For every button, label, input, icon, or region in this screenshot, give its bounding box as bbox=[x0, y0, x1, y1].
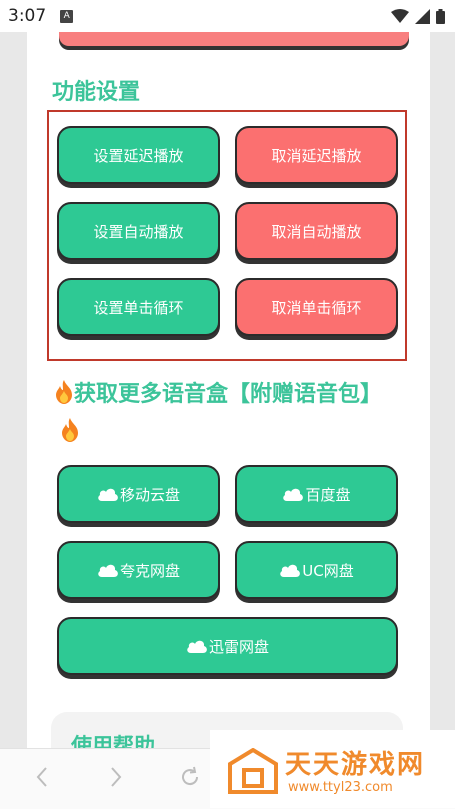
cloud-icon bbox=[97, 487, 119, 501]
battery-icon bbox=[436, 8, 445, 24]
watermark-overlay: 天天游戏网 www.ttyl23.com bbox=[210, 730, 455, 808]
forward-icon[interactable] bbox=[108, 765, 124, 793]
set-click-loop-button[interactable]: 设置单击循环 bbox=[57, 278, 220, 336]
set-auto-play-button[interactable]: 设置自动播放 bbox=[57, 202, 220, 260]
quark-pan-label: 夸克网盘 bbox=[119, 561, 180, 580]
signal-icon bbox=[415, 8, 430, 24]
cloud-icon bbox=[279, 563, 301, 577]
status-icons bbox=[391, 8, 445, 24]
uc-pan-link[interactable]: UC网盘 bbox=[235, 541, 398, 599]
baidu-pan-link[interactable]: 百度盘 bbox=[235, 465, 398, 523]
set-delay-play-button[interactable]: 设置延迟播放 bbox=[57, 126, 220, 184]
voicebox-heading-text: 获取更多语音盒【附赠语音包】 bbox=[74, 382, 383, 407]
help-title: 使用帮助 bbox=[71, 734, 155, 748]
mobile-cloud-link[interactable]: 移动云盘 bbox=[57, 465, 220, 523]
uc-pan-label: UC网盘 bbox=[302, 561, 354, 580]
web-page: 功能设置 设置延迟播放 取消延迟播放 设置自动播放 取消自动播放 设置单击循环 … bbox=[27, 32, 430, 748]
refresh-icon[interactable] bbox=[178, 765, 202, 793]
cloud-icon bbox=[282, 487, 304, 501]
section-title-settings: 功能设置 bbox=[52, 80, 141, 105]
watermark-url: www.ttyl23.com bbox=[288, 780, 393, 795]
watermark-brand: 天天游戏网 bbox=[285, 750, 426, 780]
xunlei-pan-label: 迅雷网盘 bbox=[208, 637, 269, 656]
site-logo-icon bbox=[228, 747, 278, 798]
mobile-cloud-label: 移动云盘 bbox=[119, 485, 180, 504]
fire-icon bbox=[54, 379, 74, 404]
sim-icon: A bbox=[60, 9, 74, 23]
xunlei-pan-link[interactable]: 迅雷网盘 bbox=[57, 617, 398, 675]
baidu-pan-label: 百度盘 bbox=[305, 485, 351, 504]
wifi-icon bbox=[391, 8, 409, 24]
cloud-icon bbox=[186, 639, 208, 653]
fire-icon bbox=[60, 417, 80, 442]
status-bar: 3:07 A bbox=[0, 0, 455, 32]
previous-button-partial[interactable] bbox=[59, 32, 409, 46]
cloud-icon bbox=[97, 563, 119, 577]
quark-pan-link[interactable]: 夸克网盘 bbox=[57, 541, 220, 599]
status-time: 3:07 bbox=[8, 6, 47, 26]
cancel-click-loop-button[interactable]: 取消单击循环 bbox=[235, 278, 398, 336]
back-icon[interactable] bbox=[34, 765, 50, 793]
cancel-auto-play-button[interactable]: 取消自动播放 bbox=[235, 202, 398, 260]
voicebox-heading: 获取更多语音盒【附赠语音包】 bbox=[54, 376, 404, 452]
cancel-delay-play-button[interactable]: 取消延迟播放 bbox=[235, 126, 398, 184]
